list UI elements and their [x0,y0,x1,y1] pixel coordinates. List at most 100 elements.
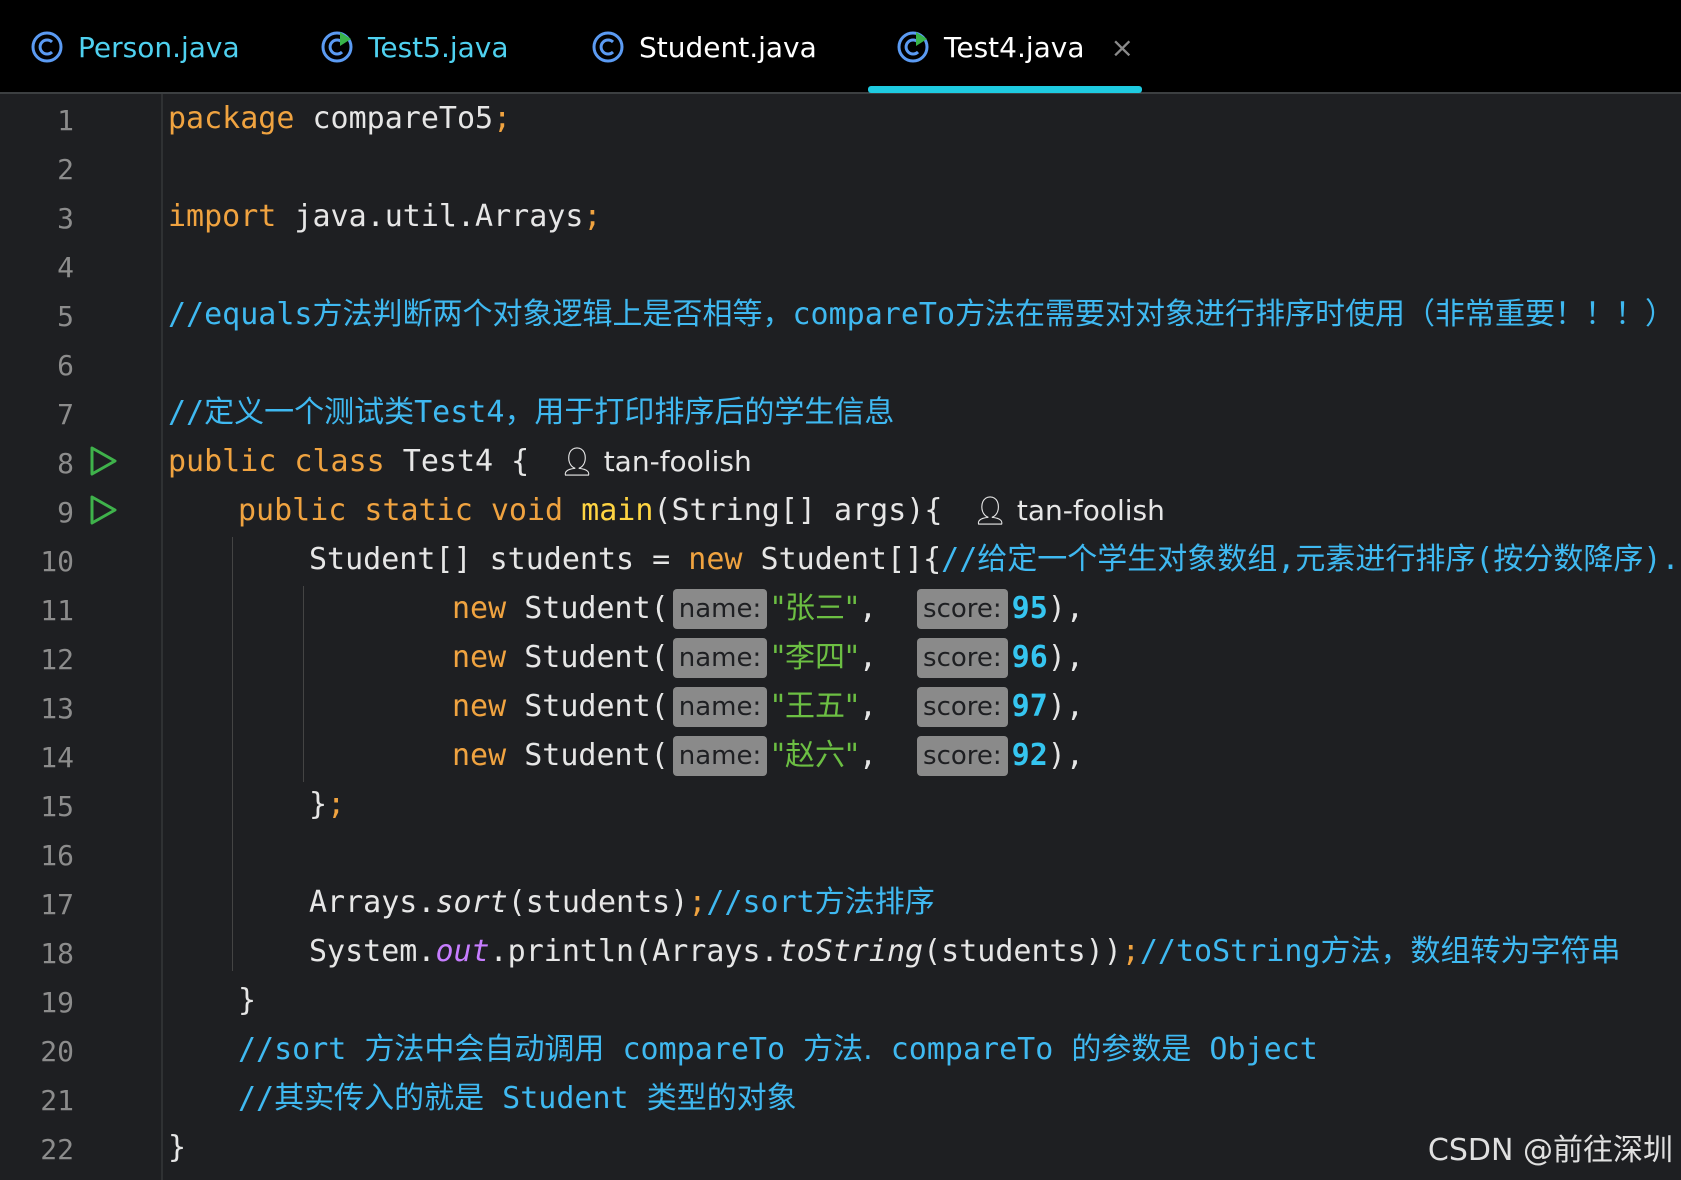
string-literal: "王五" [771,689,859,724]
code-text: } [309,787,328,822]
line-number: 13 [40,692,74,725]
code-line-1: package compareTo5; [168,99,511,139]
number-literal: 97 [1011,689,1048,724]
class-icon [31,31,63,63]
semicolon: ; [327,787,346,822]
static-method: toString [778,934,924,969]
comma: , [858,689,877,724]
line-number: 14 [40,741,74,774]
line-number: 1 [57,104,74,137]
indent-guide [303,586,304,782]
string-literal: "张三" [771,591,859,626]
code-editor[interactable]: 1 2 3 4 5 6 7 8 9 10 11 12 13 14 15 16 1… [0,94,1681,1180]
line-number: 21 [40,1084,74,1117]
line-number: 4 [57,251,74,284]
comment: //toString [1139,934,1321,969]
comment: 方法，数组转为字符串 [1320,934,1621,969]
line-number: 22 [40,1133,74,1166]
author-hint[interactable]: 👤︎ tan-foolish [972,494,1164,527]
comment: 定义一个测试类 [204,395,415,430]
comment: //sort [706,885,815,920]
code-line-8: public class Test4 {👤︎ tan-foolish [168,442,752,482]
tab-label: Person.java [78,30,240,64]
code-line-12: new Student(name: "李四", score: 96), [452,638,1084,678]
code-line-9: public static void main(String[] args){👤… [238,491,1165,531]
comment: 方法判断两个对象逻辑上是否相等， [312,297,793,332]
comment: ( [1475,542,1494,577]
tab-student-java[interactable]: Student.java [591,0,817,94]
tab-label: Test5.java [368,30,509,64]
line-number: 17 [40,888,74,921]
comment: compareTo [872,1032,1072,1067]
parameter-hint-score: score: [917,687,1008,727]
code-text: Student[]{ [742,542,942,577]
runnable-class-icon [897,31,929,63]
author-hint[interactable]: 👤︎ tan-foolish [559,445,751,478]
close-tab-icon[interactable]: × [1111,31,1134,64]
comment: 按分数降序 [1493,542,1644,577]
tab-person-java[interactable]: Person.java [30,0,240,94]
line-number: 2 [57,153,74,186]
tab-test4-java[interactable]: Test4.java × [896,0,1134,94]
comment: 方法在需要对对象进行排序时使用（非常重要！！！） [955,297,1676,332]
code-text: ), [1047,689,1084,724]
semicolon: ; [493,101,512,136]
keyword: new [452,591,507,626]
keyword: new [452,640,507,675]
line-number: 19 [40,986,74,1019]
code-text: Student( [506,591,669,626]
comment: 其实传入的就是 [274,1081,485,1116]
active-tab-indicator [868,86,1142,93]
line-number: 8 [57,447,74,480]
comment: Test4 [414,395,505,430]
keyword: new [452,738,507,773]
keyword: package [168,101,295,136]
code-text: ), [1047,640,1084,675]
semicolon: ; [688,885,707,920]
line-number: 10 [40,545,74,578]
comment: compareTo [792,297,956,332]
class-icon [592,31,624,63]
code-line-13: new Student(name: "王五", score: 97), [452,687,1084,727]
run-class-icon[interactable] [88,445,118,477]
line-number: 15 [40,790,74,823]
indent-guide [232,537,233,971]
code-line-7: //定义一个测试类Test4，用于打印排序后的学生信息 [168,393,894,433]
comment: //sort [238,1032,365,1067]
code-text: Arrays. [309,885,436,920]
author-name: tan-foolish [603,445,752,478]
line-number: 6 [57,349,74,382]
line-number-gutter: 1 2 3 4 5 6 7 8 9 10 11 12 13 14 15 16 1… [0,94,163,1180]
string-literal: "李四" [771,640,859,675]
runnable-class-icon [321,31,353,63]
code-text: .println(Arrays. [489,934,779,969]
comma: , [858,640,877,675]
code-text: System. [309,934,436,969]
run-main-icon[interactable] [88,494,118,526]
code-line-15: }; [309,785,345,825]
comma: , [858,591,877,626]
keyword: public class [168,444,385,479]
code-line-3: import java.util.Arrays; [168,197,601,237]
code-line-21: //其实传入的就是 Student 类型的对象 [238,1079,797,1119]
static-field: out [435,934,490,969]
comment: 元素进行排序 [1295,542,1476,577]
code-line-14: new Student(name: "赵六", score: 92), [452,736,1084,776]
line-number: 12 [40,643,74,676]
comment: Object [1191,1032,1318,1067]
code-text: Student[] students = [309,542,689,577]
line-number: 16 [40,839,74,872]
keyword: public static void [238,493,564,528]
code-line-10: Student[] students = new Student[]{//给定一… [309,540,1680,580]
line-number: 7 [57,398,74,431]
comment: ). [1643,542,1680,577]
comment: // [238,1081,275,1116]
tab-label: Test4.java [944,30,1085,64]
tab-test5-java[interactable]: Test5.java [320,0,509,94]
parameter-hint-score: score: [917,638,1008,678]
static-method: sort [435,885,508,920]
code-text: (String[] args){ [653,493,943,528]
code-text: compareTo5 [294,101,494,136]
code-text: Student( [506,640,669,675]
line-number: 11 [40,594,74,627]
